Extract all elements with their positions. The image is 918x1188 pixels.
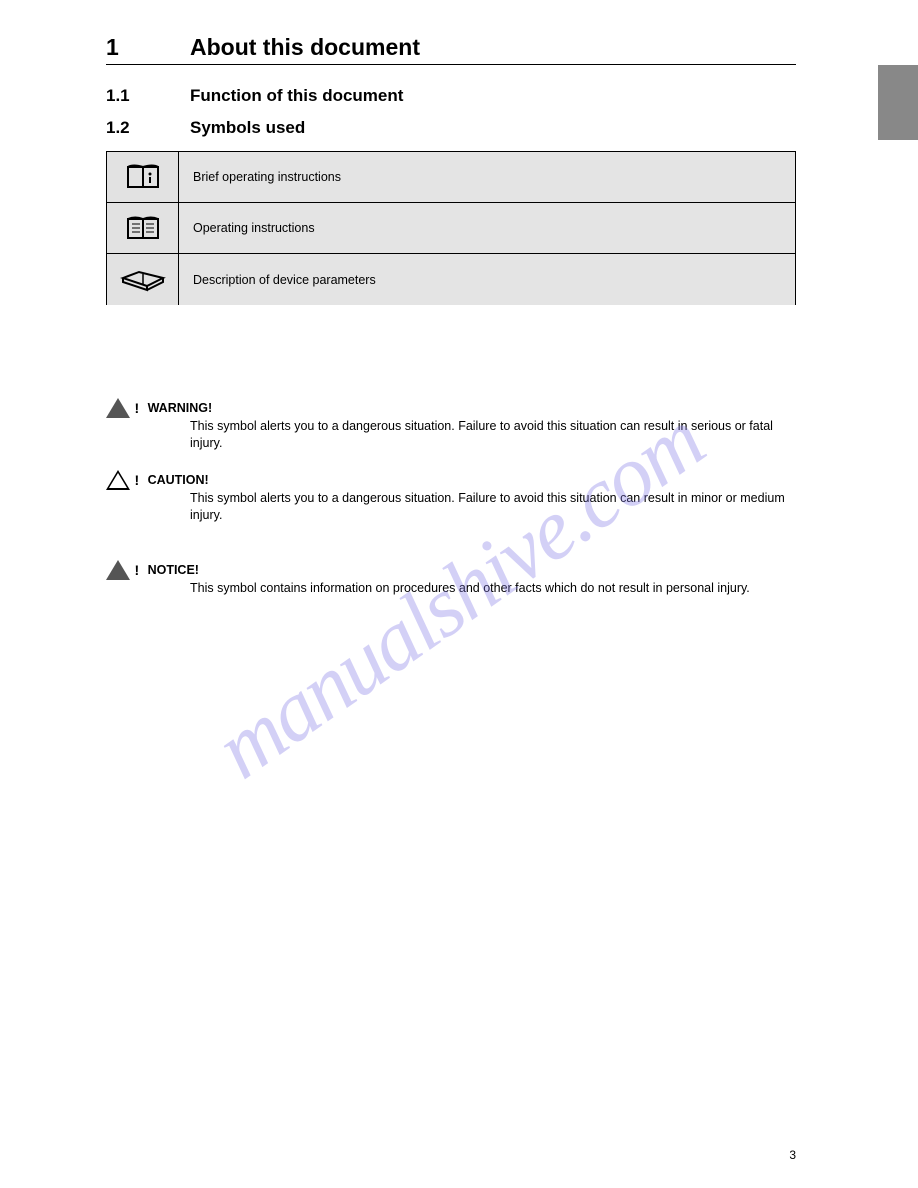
- caution-label: CAUTION!: [148, 473, 209, 487]
- page-number: 3: [789, 1148, 796, 1162]
- row-label: Operating instructions: [179, 203, 795, 253]
- table-row: Brief operating instructions: [107, 152, 795, 203]
- table-row: Description of device parameters: [107, 254, 795, 305]
- warning-triangle-icon: [106, 398, 130, 418]
- notice-label: NOTICE!: [148, 563, 199, 577]
- side-tab-marker: [878, 65, 918, 140]
- caution-block: ! CAUTION! This symbol alerts you to a d…: [106, 470, 796, 524]
- warning-label: WARNING!: [148, 401, 213, 415]
- row-label: Description of device parameters: [179, 254, 795, 305]
- notice-triangle-icon: [106, 560, 130, 580]
- notice-block: ! NOTICE! This symbol contains informati…: [106, 560, 796, 597]
- exclamation-icon: !: [134, 400, 139, 416]
- header-rule: [106, 64, 796, 65]
- section-number: 1: [106, 34, 119, 61]
- notice-text: This symbol contains information on proc…: [106, 580, 796, 597]
- symbol-table: Brief operating instructions Operating i…: [106, 151, 796, 305]
- warning-text: This symbol alerts you to a dangerous si…: [106, 418, 796, 452]
- caution-text: This symbol alerts you to a dangerous si…: [106, 490, 796, 524]
- section-title: About this document: [190, 34, 420, 61]
- flat-book-icon: [107, 254, 179, 305]
- row-label: Brief operating instructions: [179, 152, 795, 202]
- open-book-icon: [107, 203, 179, 253]
- table-row: Operating instructions: [107, 203, 795, 254]
- document-page: manualshive.com 1 About this document 1.…: [0, 0, 918, 1188]
- subsection-title-1-2: Symbols used: [190, 118, 305, 138]
- subsection-number-1-2: 1.2: [106, 118, 130, 138]
- exclamation-icon: !: [134, 562, 139, 578]
- caution-triangle-icon: [106, 470, 130, 490]
- subsection-number-1-1: 1.1: [106, 86, 130, 106]
- info-book-icon: [107, 152, 179, 202]
- warning-block: ! WARNING! This symbol alerts you to a d…: [106, 398, 796, 452]
- subsection-title-1-1: Function of this document: [190, 86, 403, 106]
- exclamation-icon: !: [134, 472, 139, 488]
